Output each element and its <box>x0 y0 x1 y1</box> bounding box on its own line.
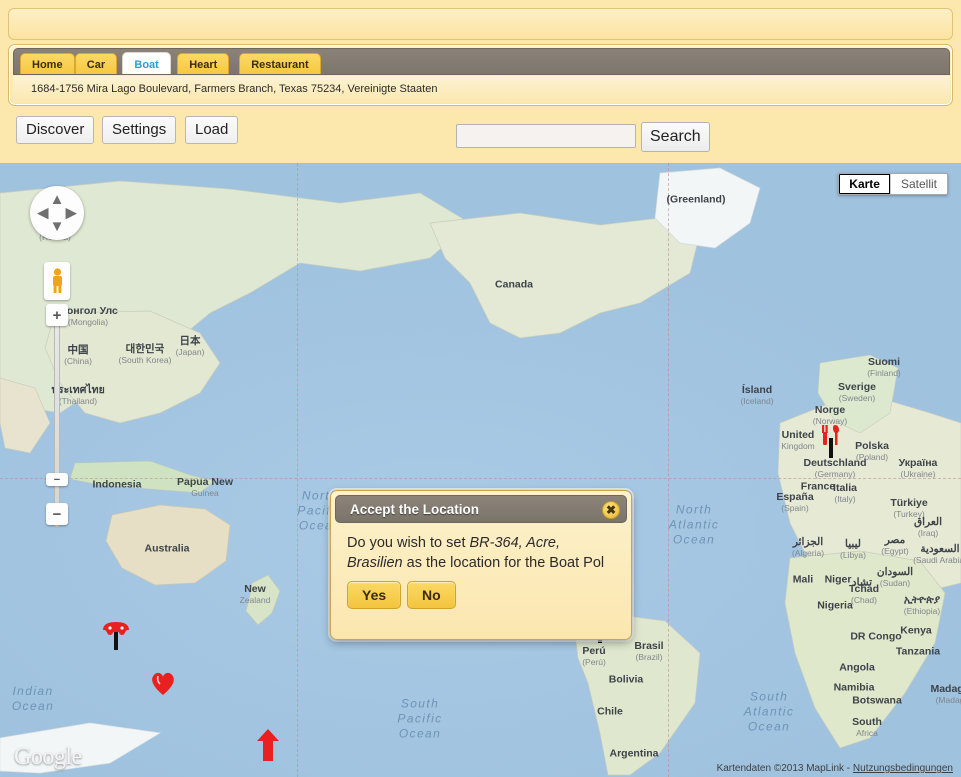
heart-marker-icon[interactable] <box>149 670 177 701</box>
tab-restaurant[interactable]: Restaurant <box>239 53 321 74</box>
load-button[interactable]: Load <box>185 116 239 144</box>
close-icon[interactable]: ✖ <box>602 501 620 519</box>
pan-right-icon[interactable]: ▶ <box>65 206 77 221</box>
settings-button[interactable]: Settings <box>102 116 177 144</box>
dialog-message-suffix: as the location for the Boat Pol <box>402 555 605 571</box>
tab-home[interactable]: Home <box>20 53 75 74</box>
map-canvas[interactable]: Россия(Russia)Монгол Улс(Mongolia)中国(Chi… <box>0 163 961 777</box>
restaurant-marker-icon[interactable] <box>818 424 844 463</box>
top-empty-panel <box>8 8 953 40</box>
landmass-shapes <box>0 167 961 776</box>
equator-line <box>0 478 961 479</box>
discover-button[interactable]: Discover <box>16 116 95 144</box>
map-type-control: Karte Satellit <box>838 173 948 195</box>
pan-down-icon[interactable]: ▼ <box>50 219 65 234</box>
pan-up-icon[interactable]: ▲ <box>50 192 65 207</box>
search-input[interactable] <box>456 124 636 148</box>
dialog-title: Accept the Location <box>350 502 480 517</box>
tab-boat[interactable]: Boat <box>122 52 171 74</box>
google-logo: Google <box>14 744 82 770</box>
application-window: Home Car Boat Heart Restaurant 1684-1756 Mir… <box>0 0 961 777</box>
dialog-yes-button[interactable]: Yes <box>347 581 402 609</box>
zoom-slider-track[interactable] <box>54 308 60 528</box>
map-type-satellit-button[interactable]: Satellit <box>889 174 947 194</box>
dialog-title-bar: Accept the Location ✖ <box>335 495 627 523</box>
tab-panel: Home Car Boat Heart Restaurant 1684-1756 Mir… <box>8 44 953 106</box>
accept-location-dialog: Accept the Location ✖ Do you wish to set… <box>330 490 632 640</box>
search-button[interactable]: Search <box>641 122 710 152</box>
arrow-marker-icon[interactable] <box>256 728 280 767</box>
pegman-glyph <box>52 268 62 293</box>
dialog-no-button[interactable]: No <box>407 581 456 609</box>
map-attribution: Kartendaten ©2013 MapLink - Nutzungsbedi… <box>717 763 953 774</box>
tab-bar: Home Car Boat Heart Restaurant <box>13 48 950 75</box>
pan-control[interactable]: ▲ ▼ ◀ ▶ <box>30 186 84 240</box>
pan-left-icon[interactable]: ◀ <box>37 206 49 221</box>
meridian-line-right <box>668 163 669 777</box>
pegman-streetview-icon[interactable] <box>44 262 70 300</box>
car-marker-icon[interactable] <box>99 614 133 655</box>
meridian-line-left <box>297 163 298 777</box>
terms-of-use-link[interactable]: Nutzungsbedingungen <box>853 763 953 774</box>
tab-heart[interactable]: Heart <box>177 53 230 74</box>
address-display: 1684-1756 Mira Lago Boulevard, Farmers B… <box>13 76 950 103</box>
zoom-slider-thumb[interactable]: − <box>46 473 68 486</box>
attribution-text: Kartendaten ©2013 MapLink - <box>716 763 853 774</box>
zoom-in-button[interactable]: + <box>46 304 68 326</box>
dialog-message-prefix: Do you wish to set <box>347 535 470 551</box>
dialog-message: Do you wish to set BR-364, Acre, Brasili… <box>347 533 619 573</box>
zoom-out-button[interactable]: − <box>46 503 68 525</box>
tab-car[interactable]: Car <box>74 53 118 74</box>
map-type-karte-button[interactable]: Karte <box>839 174 890 194</box>
